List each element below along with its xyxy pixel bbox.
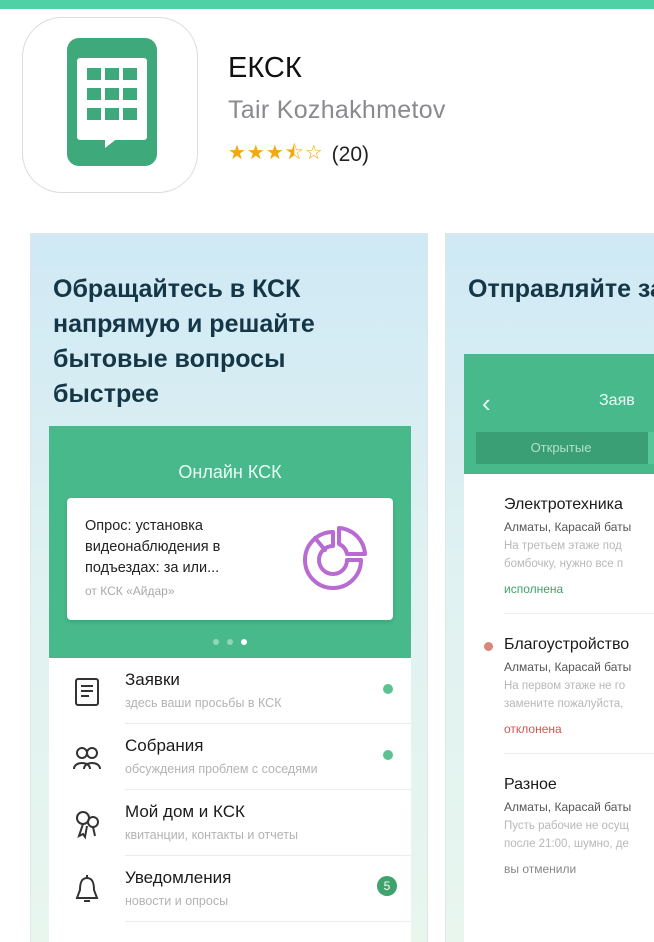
menu-item-title: Мой дом и КСК [125,802,245,821]
requests-panel: ‹ Заяв Открытые Электротехника Алматы, К… [464,354,654,942]
poll-card[interactable]: Опрос: установка видеонаблюдения в подъе… [67,498,393,620]
top-accent-bar [0,0,654,9]
menu-item-title: Уведомления [125,868,232,887]
request-description: На первом этаже не го [504,680,626,692]
app-name: ЕКСК [228,52,302,84]
card-title: Онлайн КСК [178,462,282,482]
menu-item-title: Заявки [125,670,180,689]
request-status: исполнена [504,582,564,596]
request-title: Благоустройство [504,636,630,653]
notification-badge: 5 [377,876,397,896]
poll-source: от КСК «Айдар» [85,584,175,598]
document-icon [75,678,99,706]
back-chevron-icon[interactable]: ‹ [482,388,491,419]
screenshot-1[interactable]: Обращайтесь в КСК напрямую и решайте быт… [30,233,428,942]
menu-item-title: Собрания [125,736,204,755]
keys-icon [76,811,99,840]
request-description: бомбочку, нужно все п [504,558,624,570]
menu-item-meetings[interactable]: Собрания обсуждения проблем с соседями [49,724,411,790]
request-title: Разное [504,776,557,793]
people-icon [73,747,101,770]
request-description: На третьем этаже под [504,540,622,552]
menu-item-my-house[interactable]: Мой дом и КСК квитанции, контакты и отче… [49,790,411,856]
request-description: после 21:00, шумно, де [504,838,629,850]
carousel-dots[interactable] [49,632,411,650]
request-item[interactable]: Разное Алматы, Карасай баты Пусть рабочи… [464,754,654,894]
request-item[interactable]: Электротехника Алматы, Карасай баты На т… [464,474,654,614]
menu-item-requests[interactable]: Заявки здесь ваши просьбы в КСК [49,658,411,724]
status-dot [383,684,393,694]
pie-chart-icon [303,526,367,590]
building-phone-icon [67,38,157,166]
requests-header: ‹ Заяв Открытые [464,354,654,474]
screenshot-headline: Отправляйте за с просьбами в [468,275,654,303]
requests-title: Заяв [599,392,635,409]
request-status: отклонена [504,722,562,736]
request-description: Пусть рабочие не осущ [504,820,629,832]
app-developer[interactable]: Tair Kozhakhmetov [228,96,446,125]
bell-icon [75,875,99,902]
screenshot-headline: Обращайтесь в КСК напрямую и решайте быт… [53,275,315,408]
menu-item-notifications[interactable]: Уведомления новости и опросы 5 [49,856,411,922]
tab-open[interactable]: Открытые [476,432,646,464]
request-address: Алматы, Карасай баты [504,660,632,674]
menu-item-subtitle: новости и опросы [125,894,229,908]
menu-item-subtitle: обсуждения проблем с соседями [125,762,318,776]
requests-tabs: Открытые [476,432,654,464]
request-title: Электротехника [504,496,623,513]
app-icon[interactable] [22,17,198,193]
request-description: замените пожалуйста, [504,698,624,710]
status-dot [383,750,393,760]
unread-dot [484,642,493,651]
app-rating[interactable]: ★★★⯪☆ (20) [228,138,369,172]
star-rating-icon: ★★★⯪☆ [228,142,324,164]
poll-question: Опрос: установка видеонаблюдения в подъе… [85,518,221,576]
request-address: Алматы, Карасай баты [504,800,632,814]
menu-item-subtitle: здесь ваши просьбы в КСК [125,696,282,710]
request-item[interactable]: Благоустройство Алматы, Карасай баты На … [464,614,654,754]
rating-count: (20) [331,143,370,166]
request-status: вы отменили [504,862,577,876]
screenshot-2[interactable]: Отправляйте за с просьбами в ‹ Заяв Откр… [445,233,654,942]
online-ksk-card: Онлайн КСК Опрос: установка видеонаблюде… [49,426,411,658]
menu-item-subtitle: квитанции, контакты и отчеты [125,828,299,842]
main-menu: Заявки здесь ваши просьбы в КСК Собрания… [49,658,411,942]
tab-other[interactable] [648,432,654,464]
request-address: Алматы, Карасай баты [504,520,632,534]
